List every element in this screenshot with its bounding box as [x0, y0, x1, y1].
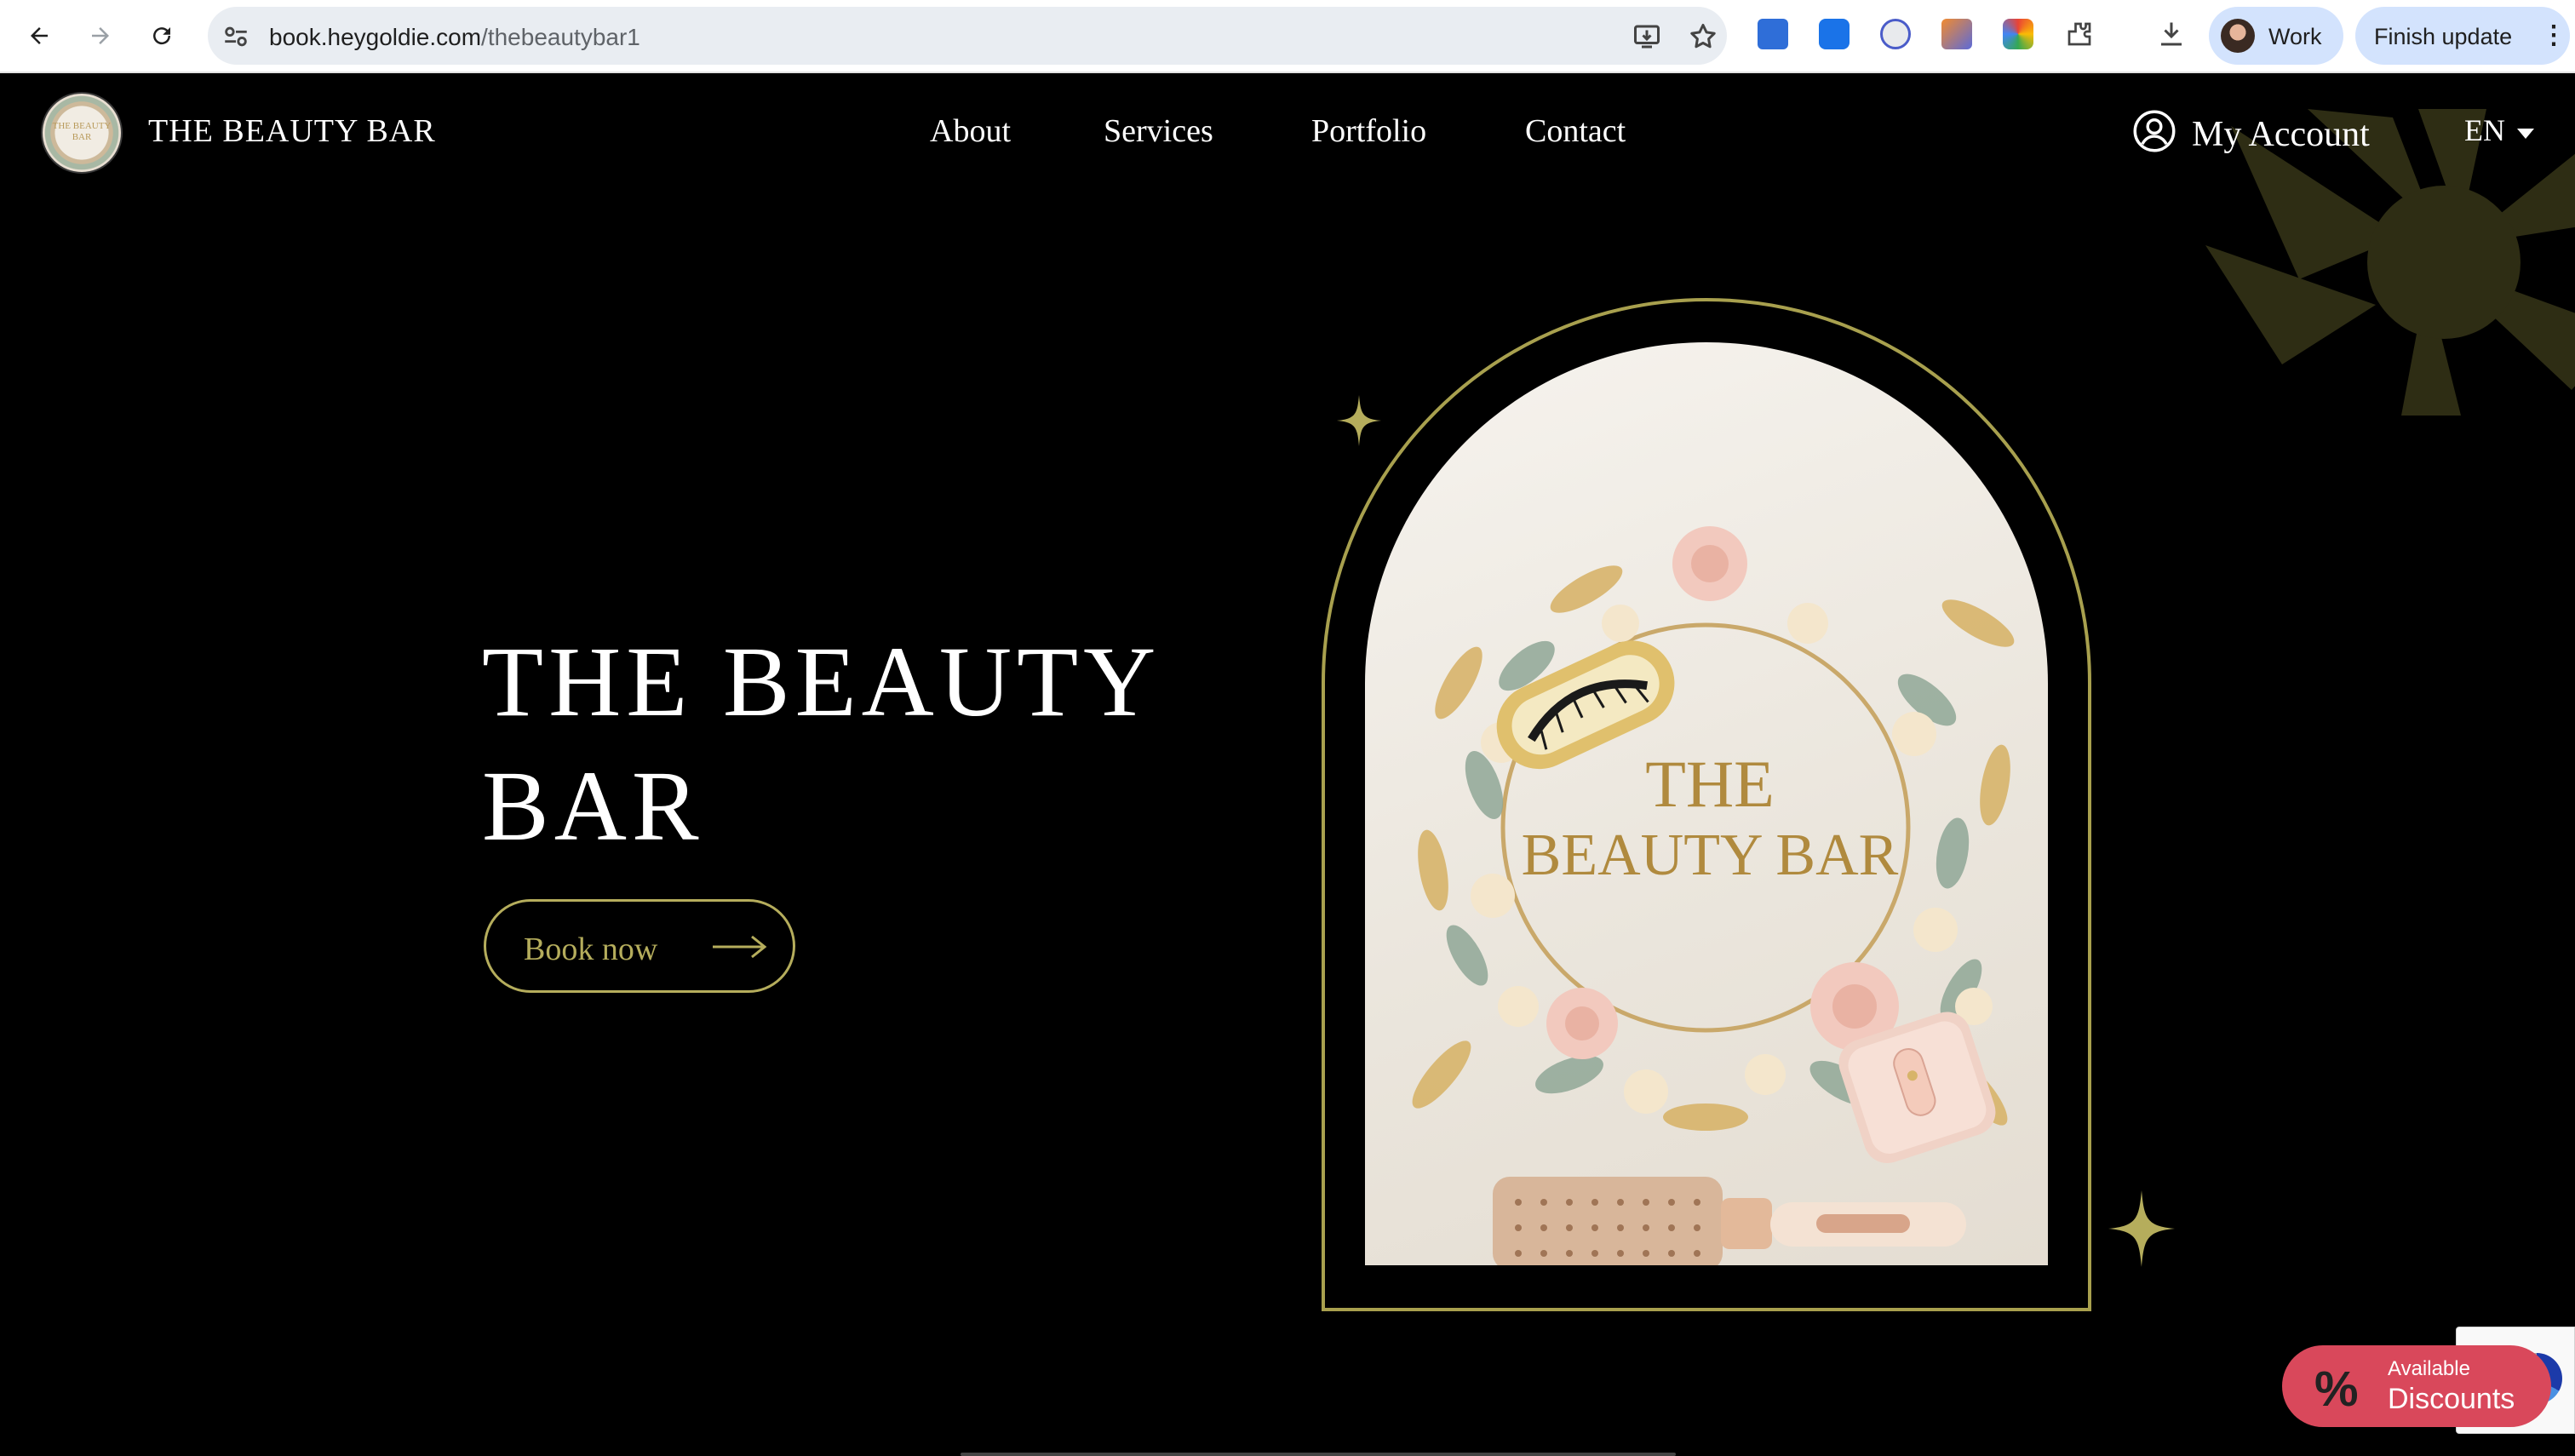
- nav-contact[interactable]: Contact: [1525, 112, 1626, 150]
- image-text-line-2: BEAUTY BAR: [1522, 823, 1899, 888]
- logo-text: THE BEAUTY BAR: [52, 121, 112, 142]
- nav-services[interactable]: Services: [1104, 112, 1213, 150]
- avatar: [2221, 19, 2255, 53]
- hero-image: THE BEAUTY BAR: [1365, 342, 2048, 1265]
- back-icon[interactable]: [20, 17, 58, 54]
- book-now-button[interactable]: Book now: [484, 899, 795, 993]
- hero-title: THE BEAUTY BAR: [482, 620, 1248, 868]
- hero-title-line-1: THE BEAUTY: [482, 626, 1161, 737]
- sparkle-icon: [2108, 1190, 2175, 1267]
- url-text: book.heygoldie.com/thebeautybar1: [269, 24, 640, 50]
- forward-icon[interactable]: [82, 17, 119, 54]
- hero-title-line-2: BAR: [482, 750, 704, 862]
- brand-logo[interactable]: THE BEAUTY BAR: [41, 92, 123, 174]
- install-app-icon[interactable]: [1632, 21, 1662, 52]
- language-selector[interactable]: EN: [2464, 112, 2534, 148]
- image-text-line-1: THE: [1645, 747, 1775, 821]
- extension-m-icon[interactable]: [1758, 19, 1788, 49]
- bookmark-star-icon[interactable]: [1688, 21, 1718, 52]
- nav-portfolio[interactable]: Portfolio: [1311, 112, 1426, 150]
- beauty-bar-illustration: THE BEAUTY BAR: [1412, 526, 2015, 1265]
- page-content: THE BEAUTY BAR THE BEAUTY BAR About Serv…: [0, 75, 2575, 1456]
- finish-update-label: Finish update: [2374, 24, 2513, 49]
- percent-icon: %: [2314, 1361, 2359, 1417]
- my-account-label: My Account: [2192, 115, 2370, 154]
- extension-password-icon[interactable]: [1880, 19, 1911, 49]
- horizontal-scrollbar[interactable]: [961, 1453, 1676, 1456]
- more-menu-icon[interactable]: ⋮: [2541, 20, 2566, 50]
- chevron-down-icon: [2517, 128, 2534, 139]
- discounts-big-label: Discounts: [2388, 1383, 2515, 1415]
- profile-chip[interactable]: Work: [2209, 7, 2343, 65]
- finish-update-button[interactable]: Finish update ⋮: [2355, 7, 2570, 65]
- site-settings-icon[interactable]: [221, 22, 250, 51]
- book-now-label: Book now: [524, 931, 658, 967]
- user-account-icon: [2133, 110, 2176, 152]
- extension-chart-icon[interactable]: [1941, 19, 1972, 49]
- extension-snowflake-icon[interactable]: [1819, 19, 1850, 49]
- sparkle-icon: [1337, 395, 1381, 446]
- discounts-small-label: Available: [2388, 1357, 2470, 1380]
- decorative-burst-shape: [2205, 109, 2575, 416]
- browser-toolbar: book.heygoldie.com/thebeautybar1 Work Fi…: [0, 0, 2575, 73]
- brand-name[interactable]: THE BEAUTY BAR: [148, 112, 436, 150]
- address-bar[interactable]: book.heygoldie.com/thebeautybar1: [208, 7, 1727, 65]
- language-label: EN: [2464, 113, 2505, 147]
- nav-about[interactable]: About: [930, 112, 1011, 150]
- extensions-icon[interactable]: [2064, 19, 2095, 49]
- download-icon[interactable]: [2156, 19, 2187, 49]
- available-discounts-button[interactable]: % Available Discounts: [2282, 1345, 2551, 1427]
- reload-icon[interactable]: [143, 17, 181, 54]
- extension-color-icon[interactable]: [2003, 19, 2033, 49]
- arrow-right-icon: [713, 935, 767, 959]
- profile-label: Work: [2268, 24, 2322, 49]
